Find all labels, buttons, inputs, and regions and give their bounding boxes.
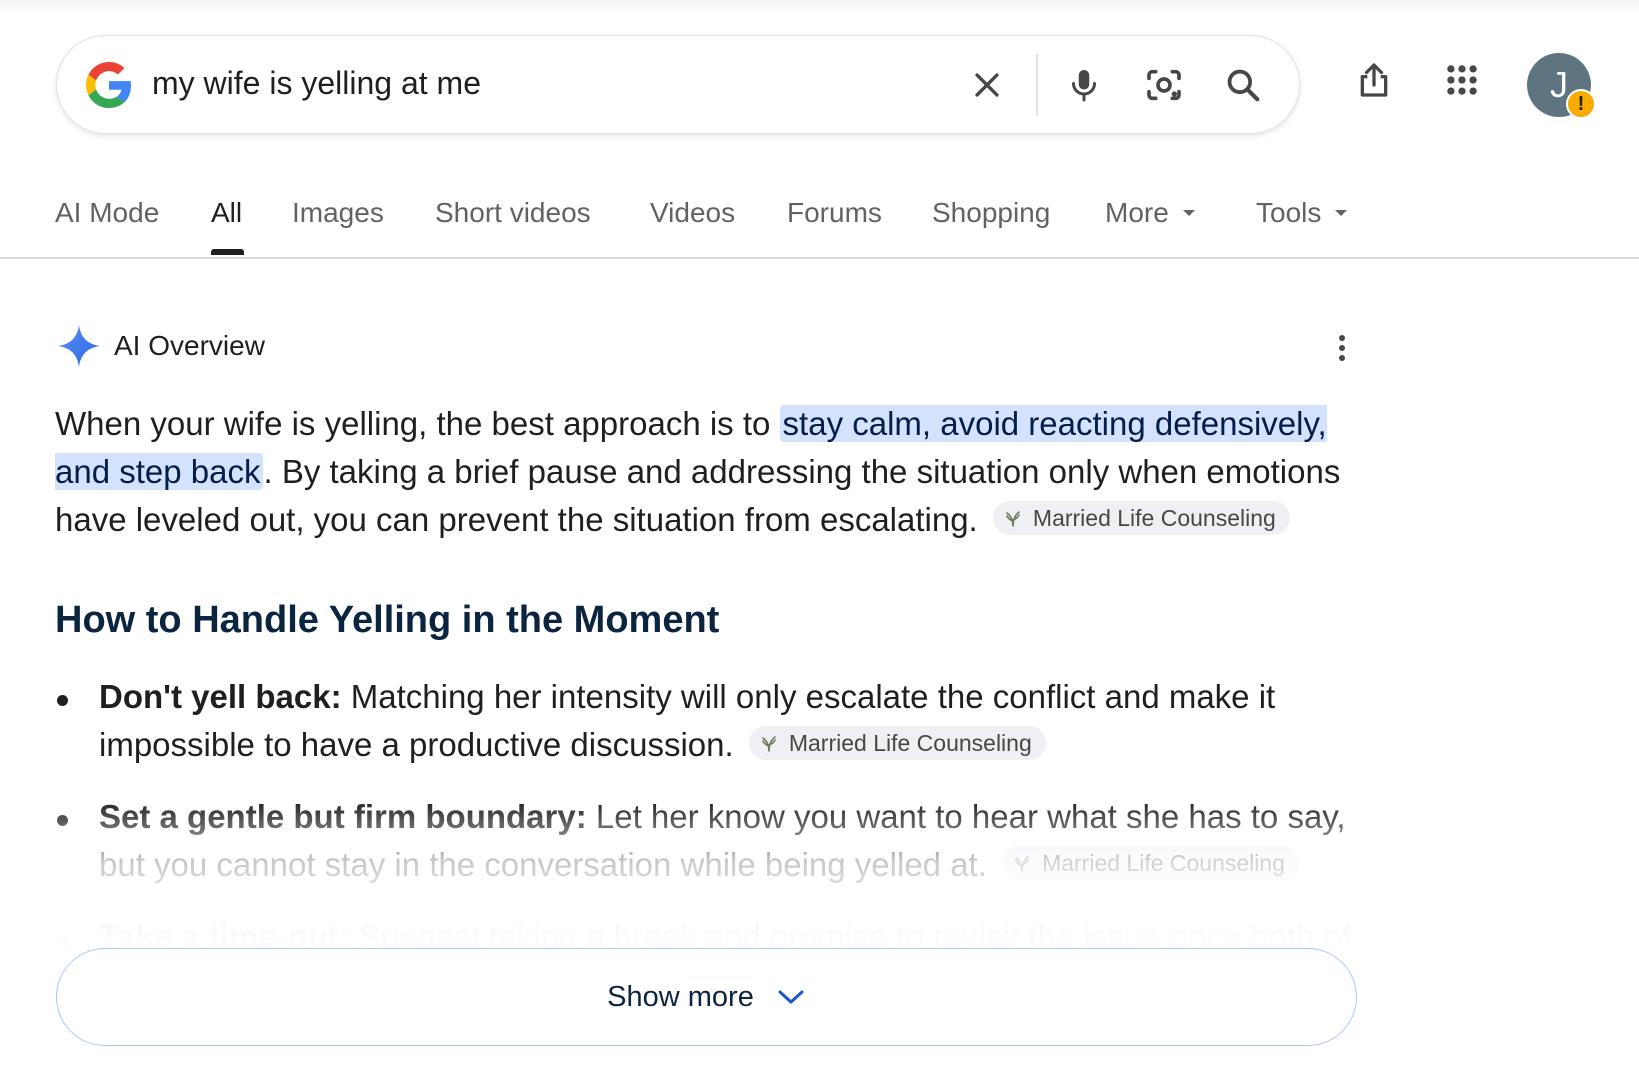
tab-more-label: More bbox=[1105, 197, 1169, 228]
search-results-page: my wife is yelling at me J ! AI Mode All… bbox=[0, 0, 1639, 1078]
share-button[interactable] bbox=[1350, 56, 1398, 104]
tab-forums[interactable]: Forums bbox=[787, 195, 882, 231]
search-bar-divider bbox=[1036, 54, 1038, 116]
tab-images[interactable]: Images bbox=[292, 195, 384, 231]
source-chip-label: Married Life Counseling bbox=[1032, 505, 1276, 531]
summary-text-start: When your wife is yelling, the best appr… bbox=[55, 405, 780, 442]
search-icon bbox=[1227, 69, 1260, 102]
ai-overview-title: AI Overview bbox=[114, 330, 265, 361]
camera-lens-icon bbox=[1147, 69, 1181, 101]
share-icon bbox=[1360, 63, 1388, 97]
source-chip-label: Married Life Counseling bbox=[1042, 850, 1285, 876]
search-button[interactable] bbox=[1220, 62, 1266, 108]
list-item-title: Set a gentle but firm boundary: bbox=[99, 798, 587, 835]
tab-short-videos[interactable]: Short videos bbox=[435, 195, 591, 231]
gemini-sparkle-icon bbox=[57, 324, 101, 368]
chevron-down-icon bbox=[778, 990, 804, 1004]
top-fade bbox=[0, 0, 1639, 14]
tab-videos[interactable]: Videos bbox=[650, 195, 735, 231]
source-favicon-icon bbox=[762, 736, 776, 752]
ai-overview-menu-button[interactable] bbox=[1328, 330, 1356, 366]
source-chip-label: Married Life Counseling bbox=[788, 730, 1032, 756]
voice-search-button[interactable] bbox=[1061, 62, 1107, 108]
advice-list: Don't yell back: Matching her intensity … bbox=[55, 673, 1355, 985]
section-heading: How to Handle Yelling in the Moment bbox=[55, 599, 720, 641]
close-icon bbox=[975, 73, 999, 97]
list-item-title: Don't yell back: bbox=[99, 678, 342, 715]
list-item: Don't yell back: Matching her intensity … bbox=[55, 673, 1355, 769]
google-logo-icon bbox=[86, 62, 132, 108]
source-chip[interactable]: Married Life Counseling bbox=[992, 501, 1290, 535]
tab-shopping[interactable]: Shopping bbox=[932, 195, 1050, 231]
search-bar[interactable]: my wife is yelling at me bbox=[56, 35, 1300, 134]
tab-more[interactable]: More bbox=[1105, 195, 1195, 231]
caret-down-icon bbox=[1182, 209, 1195, 216]
caret-down-icon bbox=[1335, 209, 1348, 216]
search-tabs: AI Mode All Images Short videos Videos F… bbox=[0, 183, 1639, 259]
tabs-divider bbox=[0, 257, 1639, 259]
source-chip[interactable]: Married Life Counseling bbox=[1002, 846, 1299, 880]
microphone-icon bbox=[1072, 70, 1096, 102]
list-item: Set a gentle but firm boundary: Let her … bbox=[55, 793, 1355, 889]
active-tab-indicator bbox=[211, 249, 244, 255]
clear-button[interactable] bbox=[964, 62, 1010, 108]
tab-tools-label: Tools bbox=[1256, 197, 1322, 228]
tab-tools[interactable]: Tools bbox=[1256, 195, 1348, 231]
tab-ai-mode[interactable]: AI Mode bbox=[55, 195, 159, 231]
tab-all[interactable]: All bbox=[211, 195, 242, 231]
show-more-label: Show more bbox=[607, 980, 754, 1013]
source-favicon-icon bbox=[1015, 856, 1029, 872]
show-more-button[interactable]: Show more bbox=[56, 948, 1357, 1046]
lens-search-button[interactable] bbox=[1141, 62, 1187, 108]
source-chip[interactable]: Married Life Counseling bbox=[748, 726, 1046, 760]
google-apps-button[interactable] bbox=[1438, 56, 1486, 104]
ai-overview-summary: When your wife is yelling, the best appr… bbox=[55, 400, 1355, 544]
more-vert-icon bbox=[1339, 335, 1345, 361]
account-warning-badge: ! bbox=[1566, 89, 1596, 119]
search-input[interactable]: my wife is yelling at me bbox=[152, 63, 481, 103]
apps-grid-icon bbox=[1447, 65, 1477, 95]
source-favicon-icon bbox=[1006, 511, 1020, 527]
